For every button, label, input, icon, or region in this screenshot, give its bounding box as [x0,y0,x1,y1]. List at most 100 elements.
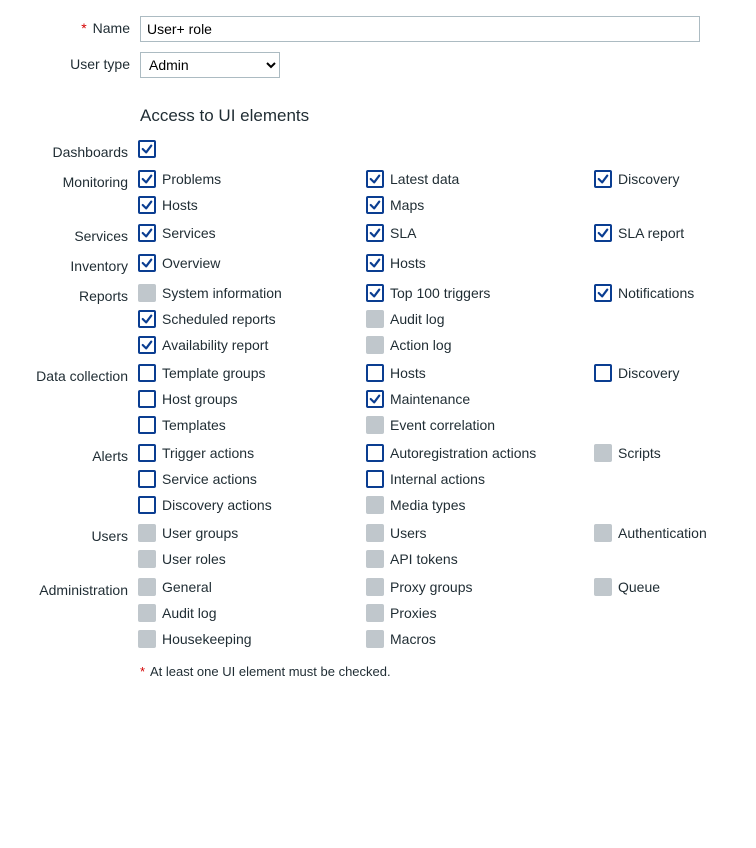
checkbox-label-inventory-overview: Overview [162,255,220,271]
section-alerts: AlertsTrigger actionsAutoregistration ac… [12,444,744,514]
checkbox-alerts-service-actions[interactable] [138,470,156,488]
checkbox-item-users-user-roles: User roles [138,550,366,568]
user-type-label: User type [12,52,140,72]
checkbox-label-administration-audit-log: Audit log [162,605,216,621]
checkbox-item-administration-proxy-groups: Proxy groups [366,578,594,596]
checkbox-item-services-services: Services [138,224,366,242]
checkbox-reports-scheduled-reports[interactable] [138,310,156,328]
checkbox-services-sla[interactable] [366,224,384,242]
checkbox-label-data-collection-discovery: Discovery [618,365,679,381]
checkbox-item-alerts-media-types: Media types [366,496,594,514]
checkbox-services-services[interactable] [138,224,156,242]
checkbox-grid-users: User groupsUsersAuthenticationUser roles… [138,524,744,568]
checkbox-monitoring-hosts[interactable] [138,196,156,214]
checkbox-label-administration-macros: Macros [390,631,436,647]
checkbox-item-alerts-discovery-actions: Discovery actions [138,496,366,514]
checkbox-label-users-user-groups: User groups [162,525,238,541]
name-input[interactable] [140,16,700,42]
section-label-inventory: Inventory [12,254,138,274]
section-label-services: Services [12,224,138,244]
checkbox-administration-audit-log [138,604,156,622]
checkbox-grid-reports: System information Top 100 triggers Notifi… [138,284,744,354]
checkbox-users-user-roles [138,550,156,568]
checkbox-item-administration-queue: Queue [594,578,744,596]
checkbox-label-monitoring-hosts: Hosts [162,197,198,213]
checkbox-label-administration-housekeeping: Housekeeping [162,631,252,647]
checkbox-users-authentication [594,524,612,542]
checkbox-label-data-collection-template-groups: Template groups [162,365,266,381]
checkbox-reports-top-100-triggers[interactable] [366,284,384,302]
checkbox-alerts-internal-actions[interactable] [366,470,384,488]
checkbox-label-administration-proxy-groups: Proxy groups [390,579,472,595]
checkbox-data-collection-discovery[interactable] [594,364,612,382]
checkbox-item-data-collection-hosts: Hosts [366,364,594,382]
checkbox-item-reports-system-information: System information [138,284,366,302]
checkbox-item-reports-availability-report: Availability report [138,336,366,354]
checkbox-alerts-discovery-actions[interactable] [138,496,156,514]
checkbox-label-monitoring-latest-data: Latest data [390,171,459,187]
checkbox-label-data-collection-host-groups: Host groups [162,391,237,407]
section-administration: AdministrationGeneralProxy groupsQueueAu… [12,578,744,648]
checkbox-label-reports-system-information: System information [162,285,282,301]
checkbox-reports-notifications[interactable] [594,284,612,302]
checkbox-alerts-autoregistration-actions[interactable] [366,444,384,462]
checkbox-services-sla-report[interactable] [594,224,612,242]
checkbox-alerts-scripts [594,444,612,462]
checkbox-item-dashboards-dashboards [138,140,366,158]
checkbox-label-users-user-roles: User roles [162,551,226,567]
checkbox-label-administration-queue: Queue [618,579,660,595]
checkbox-item-reports-notifications: Notifications [594,284,744,302]
checkbox-data-collection-host-groups[interactable] [138,390,156,408]
checkbox-dashboards-dashboards[interactable] [138,140,156,158]
checkbox-item-data-collection-templates: Templates [138,416,366,434]
checkbox-item-data-collection-event-correlation: Event correlation [366,416,594,434]
checkbox-label-alerts-media-types: Media types [390,497,465,513]
user-type-label-text: User type [70,56,130,72]
checkbox-label-monitoring-maps: Maps [390,197,424,213]
section-monitoring: MonitoringProblemsLatest dataDiscoveryHo… [12,170,744,214]
checkbox-label-alerts-service-actions: Service actions [162,471,257,487]
checkbox-label-monitoring-discovery: Discovery [618,171,679,187]
checkbox-data-collection-template-groups[interactable] [138,364,156,382]
checkbox-item-monitoring-latest-data: Latest data [366,170,594,188]
checkbox-item-reports-action-log: Action log [366,336,594,354]
user-type-select[interactable]: Admin [140,52,280,78]
checkbox-item-data-collection-discovery: Discovery [594,364,744,382]
checkbox-monitoring-discovery[interactable] [594,170,612,188]
section-label-monitoring: Monitoring [12,170,138,190]
checkbox-label-administration-proxies: Proxies [390,605,437,621]
checkbox-inventory-hosts[interactable] [366,254,384,272]
checkbox-label-data-collection-event-correlation: Event correlation [390,417,495,433]
checkbox-data-collection-maintenance[interactable] [366,390,384,408]
checkbox-alerts-trigger-actions[interactable] [138,444,156,462]
checkbox-item-data-collection-maintenance: Maintenance [366,390,594,408]
checkbox-grid-dashboards [138,140,744,158]
checkbox-monitoring-problems[interactable] [138,170,156,188]
checkbox-data-collection-hosts[interactable] [366,364,384,382]
checkbox-monitoring-maps[interactable] [366,196,384,214]
checkbox-item-users-user-groups: User groups [138,524,366,542]
checkbox-monitoring-latest-data[interactable] [366,170,384,188]
checkbox-label-reports-audit-log: Audit log [390,311,444,327]
checkbox-inventory-overview[interactable] [138,254,156,272]
checkbox-label-reports-availability-report: Availability report [162,337,268,353]
checkbox-label-alerts-internal-actions: Internal actions [390,471,485,487]
checkbox-item-users-users: Users [366,524,594,542]
checkbox-alerts-media-types [366,496,384,514]
section-label-data-collection: Data collection [12,364,138,384]
checkbox-item-administration-proxies: Proxies [366,604,594,622]
section-label-reports: Reports [12,284,138,304]
section-heading-row: Access to UI elements [12,88,744,130]
checkbox-item-alerts-trigger-actions: Trigger actions [138,444,366,462]
section-inventory: InventoryOverviewHosts [12,254,744,274]
checkbox-label-data-collection-hosts: Hosts [390,365,426,381]
checkbox-reports-availability-report[interactable] [138,336,156,354]
checkbox-label-reports-top-100-triggers: Top 100 triggers [390,285,490,301]
checkbox-label-reports-action-log: Action log [390,337,451,353]
checkbox-item-reports-scheduled-reports: Scheduled reports [138,310,366,328]
name-label: * Name [12,16,140,36]
hint-row: * At least one UI element must be checke… [12,658,744,679]
checkbox-data-collection-templates[interactable] [138,416,156,434]
hint-star-icon: * [140,664,145,679]
checkbox-administration-proxies [366,604,384,622]
